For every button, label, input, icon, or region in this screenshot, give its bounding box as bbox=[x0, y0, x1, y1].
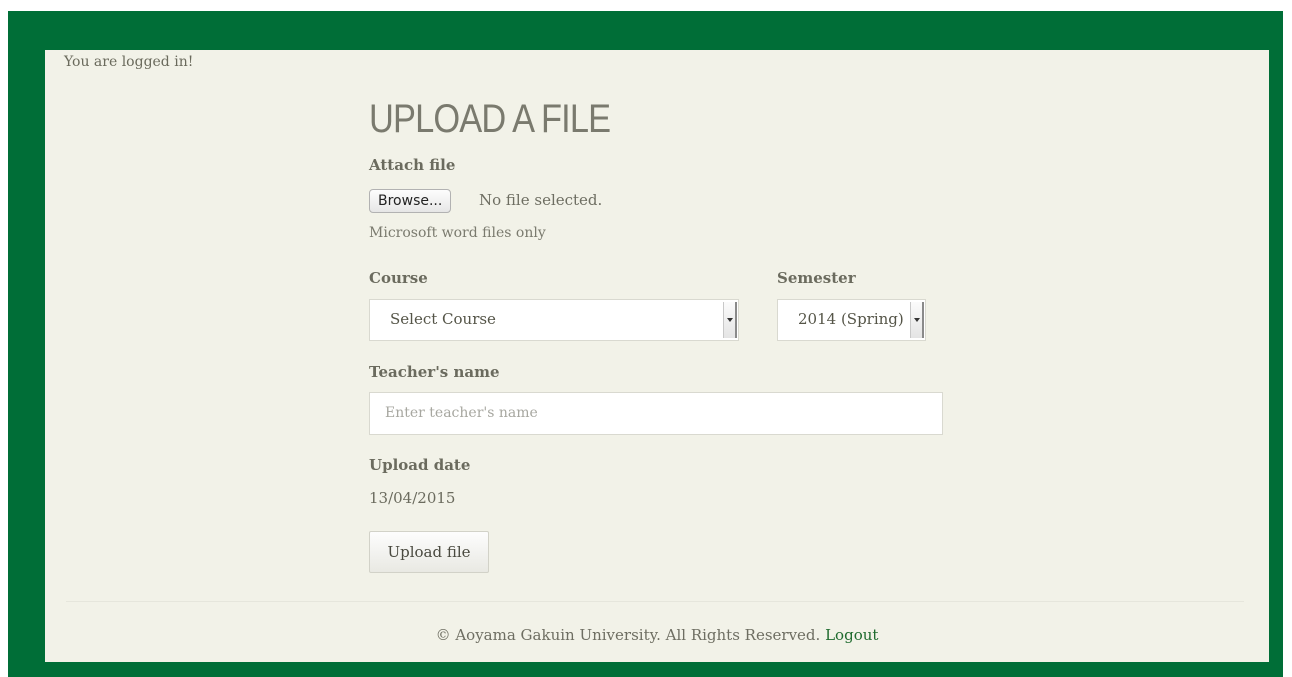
teacher-name-input[interactable]: Enter teacher's name bbox=[369, 392, 943, 435]
footer: © Aoyama Gakuin University. All Rights R… bbox=[45, 626, 1269, 644]
upload-date-value: 13/04/2015 bbox=[369, 489, 456, 507]
copyright-text: © Aoyama Gakuin University. All Rights R… bbox=[435, 626, 821, 644]
browse-button[interactable]: Browse... bbox=[369, 189, 452, 213]
upload-date-label: Upload date bbox=[369, 456, 471, 474]
logout-link[interactable]: Logout bbox=[825, 626, 878, 644]
chevron-down-icon bbox=[723, 302, 737, 338]
teacher-name-placeholder: Enter teacher's name bbox=[385, 405, 538, 421]
content-panel: You are logged in! UPLOAD A FILE Attach … bbox=[45, 50, 1269, 662]
attach-file-label: Attach file bbox=[369, 156, 456, 174]
page-title: UPLOAD A FILE bbox=[369, 97, 611, 141]
file-help-text: Microsoft word files only bbox=[369, 225, 546, 241]
teacher-name-label: Teacher's name bbox=[369, 363, 500, 381]
course-label: Course bbox=[369, 269, 428, 287]
semester-select[interactable]: 2014 (Spring) bbox=[777, 299, 926, 341]
login-status-text: You are logged in! bbox=[64, 54, 194, 70]
semester-select-value: 2014 (Spring) bbox=[798, 310, 904, 328]
upload-file-button[interactable]: Upload file bbox=[369, 531, 489, 573]
file-status-text: No file selected. bbox=[479, 191, 603, 209]
semester-label: Semester bbox=[777, 269, 856, 287]
chevron-down-icon bbox=[910, 302, 924, 338]
footer-divider bbox=[66, 601, 1244, 602]
course-select[interactable]: Select Course bbox=[369, 299, 739, 341]
course-select-value: Select Course bbox=[390, 310, 496, 328]
page-frame: You are logged in! UPLOAD A FILE Attach … bbox=[8, 11, 1283, 677]
